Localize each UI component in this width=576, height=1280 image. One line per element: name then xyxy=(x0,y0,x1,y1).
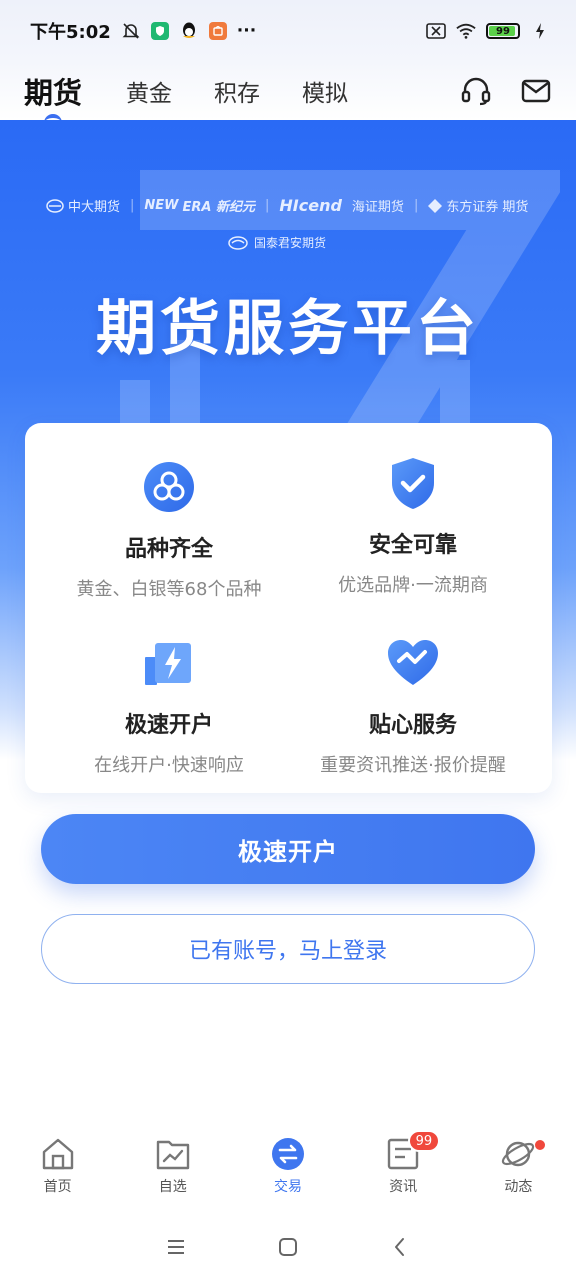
mute-bell-icon xyxy=(121,21,141,41)
partner-hicend: HIcend xyxy=(279,196,342,215)
partner-logos: 中大期货 | NEW ERA 新纪元 | HIcend 海证期货 | 东方证券 … xyxy=(46,196,536,215)
partner-hicend-label: HIcend xyxy=(279,196,342,215)
battery-indicator: 99 xyxy=(486,23,520,39)
planet-icon xyxy=(502,1141,535,1167)
feature-fast-open: 极速开户 在线开户·快速响应 xyxy=(39,635,299,777)
news-badge: 99 xyxy=(407,1130,441,1152)
mail-icon[interactable] xyxy=(520,75,552,107)
top-nav: 期货 黄金 积存 模拟 xyxy=(0,62,576,120)
feature-security: 安全可靠 优选品牌·一流期商 xyxy=(283,455,543,597)
feature-variety-title: 品种齐全 xyxy=(124,537,213,562)
bottom-tab-watchlist-label: 自选 xyxy=(158,1179,187,1195)
partner-newera-b: ERA 新纪元 xyxy=(182,200,255,215)
partner-zhongda: 中大期货 xyxy=(46,196,120,215)
tab-futures[interactable]: 期货 xyxy=(24,70,82,112)
back-icon[interactable] xyxy=(386,1233,414,1261)
bottom-tab-watchlist[interactable]: 自选 xyxy=(115,1136,230,1196)
taobao-app-icon xyxy=(208,22,227,40)
shield-check-icon xyxy=(392,458,434,509)
tab-accumulate[interactable]: 积存 xyxy=(214,74,260,108)
wifi-icon xyxy=(456,21,476,41)
lightning-icon xyxy=(145,643,191,685)
partner-dongfang-label: 东方证券 xyxy=(446,200,499,215)
dongfang-logo-icon xyxy=(428,198,443,213)
heart-trend-icon xyxy=(388,640,438,685)
bottom-tab-news-label: 资讯 xyxy=(389,1179,418,1195)
feature-service-desc: 重要资讯推送·报价提醒 xyxy=(320,755,506,776)
more-notifications: ··· xyxy=(236,21,257,41)
status-time: 下午5:02 xyxy=(30,22,111,43)
feature-security-desc: 优选品牌·一流期商 xyxy=(338,575,488,596)
feature-variety-desc: 黄金、白银等68个品种 xyxy=(76,579,262,600)
zhongda-logo-icon xyxy=(46,198,64,213)
tab-gold[interactable]: 黄金 xyxy=(126,74,172,108)
partner-haizheng: 海证期货 xyxy=(352,196,404,215)
menu-icon[interactable] xyxy=(162,1233,190,1261)
feature-service: 贴心服务 重要资讯推送·报价提醒 xyxy=(283,635,543,777)
charging-icon xyxy=(530,21,550,41)
bottom-tab-news[interactable]: 99 资讯 xyxy=(346,1130,461,1196)
variety-icon xyxy=(144,462,194,512)
hero-title: 期货服务平台 xyxy=(96,294,480,364)
home-icon xyxy=(42,1138,73,1170)
feature-service-title: 贴心服务 xyxy=(368,713,457,738)
login-button[interactable]: 已有账号，马上登录 xyxy=(41,914,535,984)
partner-newera: NEW ERA 新纪元 xyxy=(144,196,255,215)
bottom-tab-bar: 首页 自选 交易 99 资讯 动态 xyxy=(0,1130,576,1214)
qq-icon xyxy=(179,21,199,41)
battery-level: 99 xyxy=(496,25,510,37)
system-nav-bar xyxy=(0,1214,576,1280)
watchlist-icon xyxy=(156,1140,189,1170)
partner-guotai: 国泰君安期货 xyxy=(228,234,326,251)
bottom-tab-trade-label: 交易 xyxy=(273,1179,302,1195)
partner-guotai-label: 国泰君安期货 xyxy=(254,236,327,250)
bottom-tab-dynamics-label: 动态 xyxy=(504,1179,533,1195)
feature-security-title: 安全可靠 xyxy=(368,533,457,558)
bottom-tab-home-label: 首页 xyxy=(43,1179,72,1195)
partner-newera-a: NEW xyxy=(144,198,179,213)
trade-icon xyxy=(271,1138,304,1170)
tab-simulate[interactable]: 模拟 xyxy=(302,74,348,108)
partner-dongfang-suffix: 期货 xyxy=(502,200,529,215)
bottom-tab-dynamics[interactable]: 动态 xyxy=(461,1136,576,1196)
partner-haizheng-label: 海证期货 xyxy=(351,200,404,215)
open-account-button[interactable]: 极速开户 xyxy=(41,814,535,884)
partner-dongfang: 东方证券 期货 xyxy=(428,196,528,215)
bottom-tab-trade[interactable]: 交易 xyxy=(230,1136,345,1196)
headset-support-icon[interactable] xyxy=(460,75,492,107)
dynamics-dot xyxy=(534,1140,545,1150)
no-sim-icon xyxy=(426,21,446,41)
feature-card: 品种齐全 黄金、白银等68个品种 安全可靠 优选品牌·一流期商 极速开户 在线开… xyxy=(25,423,552,793)
bottom-tab-home[interactable]: 首页 xyxy=(0,1136,115,1196)
guotai-logo-icon xyxy=(228,235,248,250)
security-app-icon xyxy=(150,22,169,40)
home-square-icon[interactable] xyxy=(274,1233,302,1261)
feature-variety: 品种齐全 黄金、白银等68个品种 xyxy=(39,459,299,601)
feature-fast-open-title: 极速开户 xyxy=(124,713,213,738)
status-bar: 下午5:02 ··· 99 xyxy=(0,0,576,62)
feature-fast-open-desc: 在线开户·快速响应 xyxy=(94,755,244,776)
partner-zhongda-label: 中大期货 xyxy=(68,200,121,215)
